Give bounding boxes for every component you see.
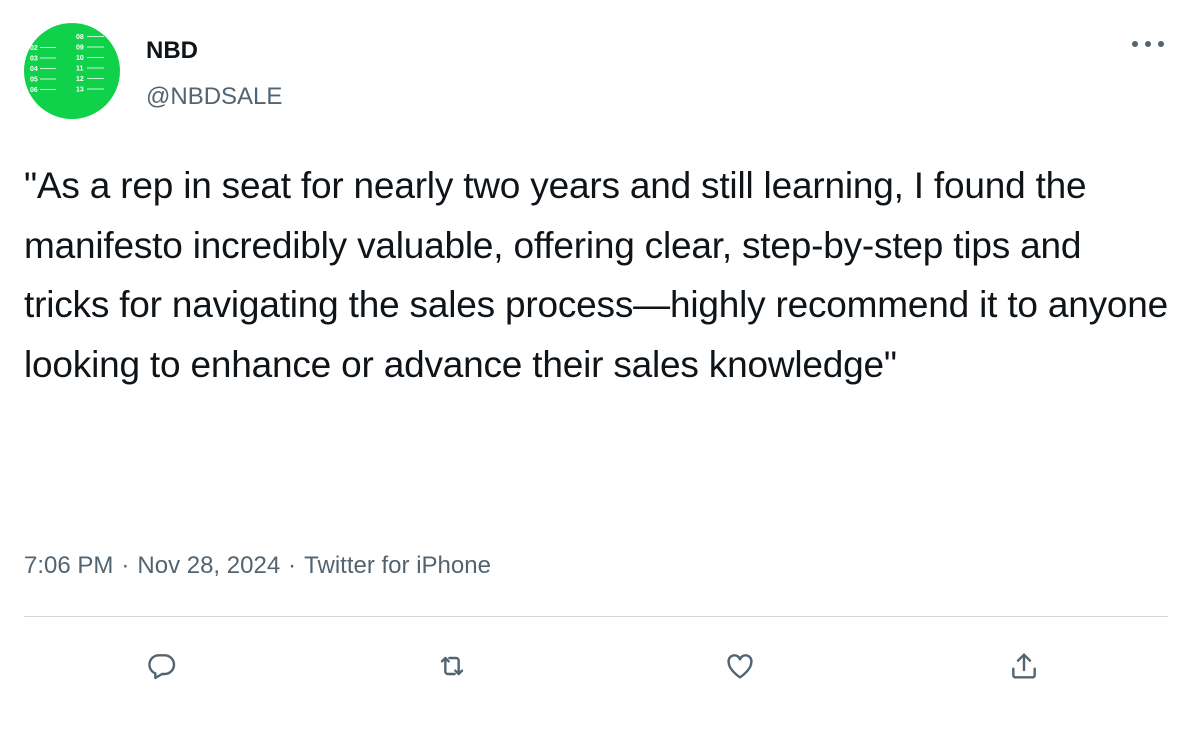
avatar-number: 08 bbox=[76, 34, 84, 41]
reply-icon bbox=[148, 654, 176, 680]
meta-separator: · bbox=[288, 552, 297, 579]
tweet-date[interactable]: Nov 28, 2024 bbox=[137, 552, 280, 579]
author-name[interactable]: NBD bbox=[146, 36, 198, 66]
divider bbox=[24, 616, 1168, 617]
tweet-text: "As a rep in seat for nearly two years a… bbox=[24, 165, 1169, 385]
tweet-card: 02 03 04 05 06 08 09 10 11 12 13 NBD @NBDSALE "As … bbox=[0, 0, 1192, 738]
like-icon bbox=[727, 654, 753, 679]
avatar-number: 05 bbox=[30, 77, 38, 84]
avatar-number: 03 bbox=[30, 56, 38, 63]
meta-separator: · bbox=[121, 552, 130, 579]
retweet-icon bbox=[440, 656, 464, 676]
avatar-number: 02 bbox=[30, 45, 38, 52]
avatar-number: 10 bbox=[76, 55, 84, 62]
avatar-number: 04 bbox=[30, 66, 38, 73]
avatar-number: 13 bbox=[76, 87, 84, 94]
avatar-number: 06 bbox=[30, 87, 38, 94]
retweet-button[interactable] bbox=[428, 642, 476, 690]
tweet-source[interactable]: Twitter for iPhone bbox=[304, 552, 491, 579]
tweet-metadata: 7:06 PM · Nov 28, 2024 · Twitter for iPhone bbox=[24, 548, 491, 584]
share-button[interactable] bbox=[1000, 642, 1048, 690]
share-icon bbox=[1012, 653, 1036, 679]
avatar[interactable]: 02 03 04 05 06 08 09 10 11 12 13 bbox=[24, 23, 120, 119]
like-button[interactable] bbox=[716, 642, 764, 690]
more-options-button[interactable] bbox=[1128, 34, 1168, 54]
avatar-number: 11 bbox=[76, 66, 84, 73]
avatar-number: 09 bbox=[76, 45, 84, 52]
tweet-time[interactable]: 7:06 PM bbox=[24, 552, 113, 579]
author-handle[interactable]: @NBDSALE bbox=[146, 82, 282, 112]
reply-button[interactable] bbox=[138, 642, 186, 690]
avatar-number: 12 bbox=[76, 76, 84, 83]
more-options-icon bbox=[1132, 41, 1164, 47]
avatar-logo-graphic: 02 03 04 05 06 08 09 10 11 12 13 bbox=[30, 34, 104, 94]
